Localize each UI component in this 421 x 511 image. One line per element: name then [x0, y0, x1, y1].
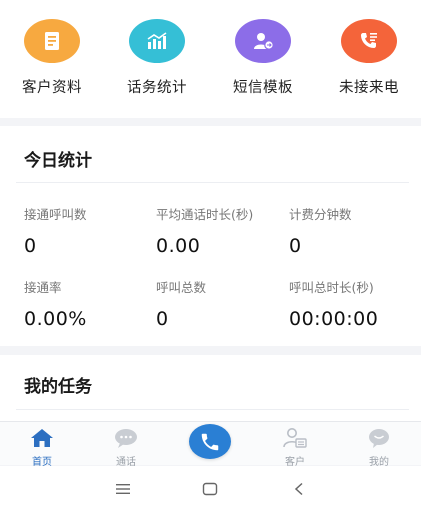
user-message-icon	[235, 19, 291, 63]
quick-action-missed-calls[interactable]: 未接来电	[319, 19, 419, 97]
missed-call-icon	[341, 19, 397, 63]
quick-action-label: 短信模板	[233, 80, 293, 96]
stat-total-duration: 呼叫总时长(秒) 00:00:00	[289, 277, 378, 330]
stat-total-calls: 呼叫总数 0	[156, 277, 206, 330]
today-stats-card: 今日统计 接通呼叫数 0 平均通话时长(秒) 0.00 计费分钟数 0 接通率 …	[0, 126, 421, 346]
dial-button[interactable]	[189, 424, 231, 459]
back-chevron-icon[interactable]	[284, 478, 314, 500]
tab-home[interactable]: 首页	[12, 425, 72, 468]
phone-icon	[199, 431, 221, 453]
stat-connect-rate: 接通率 0.00%	[24, 277, 87, 330]
stat-label: 接通率	[24, 280, 62, 295]
divider	[16, 182, 409, 183]
today-stats-title: 今日统计	[24, 151, 92, 171]
document-icon	[24, 19, 80, 63]
quick-action-label: 客户资料	[22, 80, 82, 96]
tab-mine[interactable]: 我的	[349, 425, 409, 468]
stat-label: 呼叫总时长(秒)	[289, 280, 374, 295]
bar-chart-icon	[129, 19, 185, 63]
system-navigation-bar	[0, 466, 421, 511]
stat-value: 0	[156, 308, 169, 330]
quick-action-sms-templates[interactable]: 短信模板	[213, 19, 313, 97]
stat-label: 接通呼叫数	[24, 207, 87, 222]
stat-billed-minutes: 计费分钟数 0	[289, 204, 352, 257]
menu-icon[interactable]	[108, 478, 138, 500]
quick-action-customer-info[interactable]: 客户资料	[2, 19, 102, 97]
quick-action-label: 话务统计	[127, 80, 187, 96]
my-tasks-card: 我的任务	[0, 355, 421, 421]
stat-value: 0	[24, 235, 37, 257]
quick-actions: 客户资料 话务统计 短信模板 未接来电	[0, 0, 421, 118]
customer-card-icon	[265, 425, 325, 451]
stat-value: 00:00:00	[289, 308, 379, 330]
tab-calls[interactable]: 通话	[96, 425, 156, 468]
stat-connected-calls: 接通呼叫数 0	[24, 204, 87, 257]
chat-bubble-icon	[96, 425, 156, 451]
stat-label: 平均通话时长(秒)	[156, 207, 254, 222]
profile-bubble-icon	[349, 425, 409, 451]
divider	[16, 409, 409, 410]
stat-value: 0.00%	[24, 308, 87, 330]
stat-value: 0.00	[156, 235, 201, 257]
tab-customers[interactable]: 客户	[265, 425, 325, 468]
quick-action-label: 未接来电	[339, 80, 399, 96]
quick-action-call-stats[interactable]: 话务统计	[107, 19, 207, 97]
stat-label: 计费分钟数	[289, 207, 352, 222]
stat-value: 0	[289, 235, 302, 257]
home-square-icon[interactable]	[195, 478, 225, 500]
stat-label: 呼叫总数	[156, 280, 207, 295]
stat-avg-duration: 平均通话时长(秒) 0.00	[156, 204, 253, 257]
home-icon	[12, 425, 72, 451]
my-tasks-title: 我的任务	[24, 377, 92, 397]
